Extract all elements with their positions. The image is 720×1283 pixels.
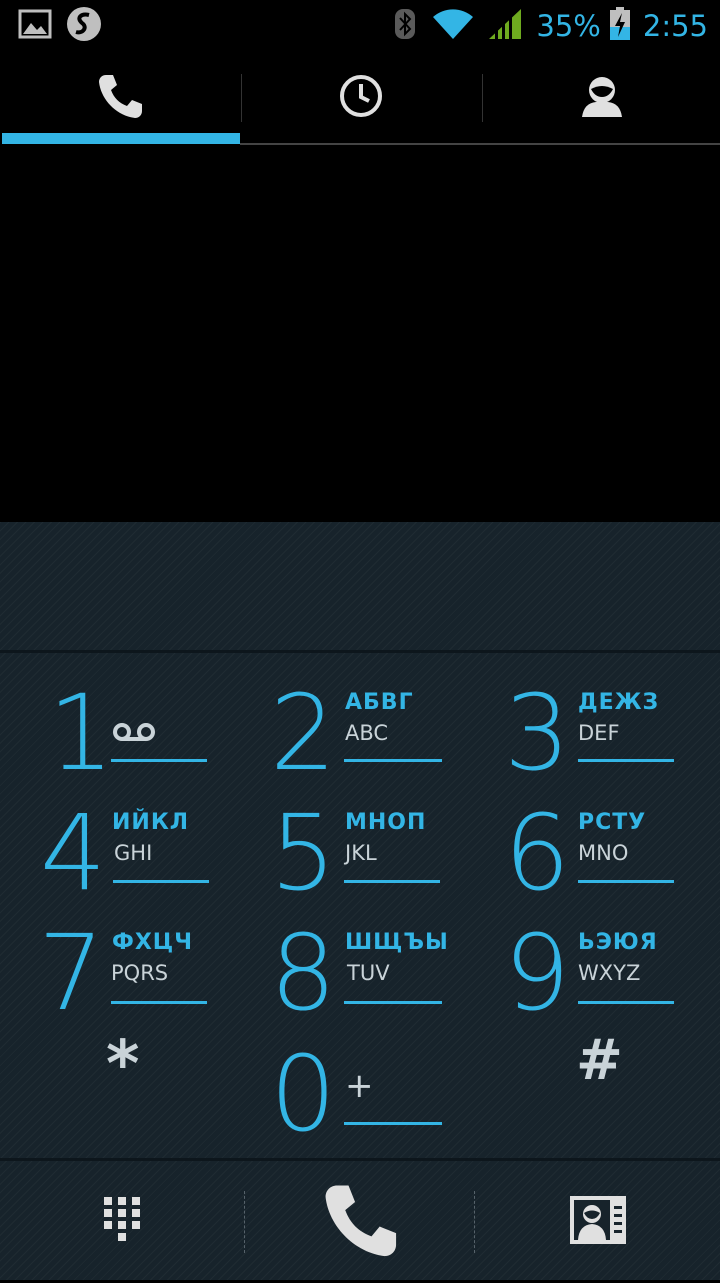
key-latin-letters: ABC: [345, 721, 389, 745]
key-4[interactable]: 4 ИЙКЛ GHI: [0, 774, 240, 905]
key-latin-letters: MNO: [578, 841, 629, 865]
key-latin-letters: WXYZ: [578, 961, 641, 985]
contacts-icon: [579, 73, 625, 123]
contacts-button[interactable]: [475, 1161, 720, 1283]
key-latin-letters: DEF: [578, 721, 620, 745]
tab-contacts[interactable]: [482, 50, 720, 146]
key-3[interactable]: 3 ДЕЖЗ DEF: [480, 653, 720, 785]
status-bar: 35% 2:55: [0, 0, 720, 50]
key-digit: 5: [270, 792, 337, 914]
battery-charging-icon: [609, 7, 631, 45]
gallery-notification-icon: [18, 9, 52, 43]
digits-field[interactable]: [0, 522, 720, 653]
key-digit: 1: [48, 672, 115, 794]
key-0[interactable]: 0 +: [240, 1016, 480, 1146]
key-star[interactable]: *: [0, 1016, 240, 1136]
key-cyrillic-letters: ФХЦЧ: [112, 930, 193, 955]
key-9[interactable]: 9 ЬЭЮЯ WXYZ: [480, 895, 720, 1025]
tab-bar: [0, 50, 720, 146]
key-plus: +: [345, 1066, 374, 1106]
voicemail-icon: [112, 721, 156, 747]
key-digit: 2: [270, 672, 337, 794]
key-6[interactable]: 6 РСТУ MNO: [480, 774, 720, 905]
key-digit: 7: [38, 912, 105, 1034]
call-icon: [319, 1179, 401, 1265]
key-1[interactable]: 1: [0, 653, 240, 785]
dialer-panel: 1 2 АБВГ ABC 3 ДЕЖЗ DEF 4 ИЙКЛ GHI 5 МНО…: [0, 522, 720, 1280]
key-8[interactable]: 8 ШЩЪЫ TUV: [240, 895, 480, 1025]
bluetooth-icon: [394, 8, 416, 44]
battery-percent: 35%: [536, 9, 601, 43]
dialpad: 1 2 АБВГ ABC 3 ДЕЖЗ DEF 4 ИЙКЛ GHI 5 МНО…: [0, 653, 720, 1158]
key-cyrillic-letters: ЬЭЮЯ: [578, 930, 658, 955]
key-2[interactable]: 2 АБВГ ABC: [240, 653, 480, 785]
call-button[interactable]: [245, 1161, 474, 1283]
key-underline: [344, 880, 440, 883]
content-area: [0, 146, 720, 522]
key-cyrillic-letters: АБВГ: [345, 690, 414, 715]
key-cyrillic-letters: РСТУ: [578, 810, 647, 835]
key-underline: [578, 759, 674, 762]
key-digit: 8: [270, 912, 337, 1034]
key-digit: 9: [504, 912, 571, 1034]
key-underline: [578, 1001, 674, 1004]
clock: 2:55: [642, 9, 708, 43]
key-digit: 0: [270, 1033, 337, 1155]
key-latin-letters: PQRS: [111, 961, 169, 985]
key-symbol: *: [106, 1028, 140, 1102]
key-hash[interactable]: #: [480, 1016, 720, 1136]
key-underline: [578, 880, 674, 883]
tab-baseline: [240, 143, 720, 145]
key-latin-letters: GHI: [114, 841, 153, 865]
signal-icon: [488, 8, 522, 44]
contact-card-icon: [568, 1194, 628, 1250]
selected-tab-indicator: [2, 133, 240, 144]
key-underline: [344, 1122, 442, 1125]
key-digit: 3: [504, 672, 571, 794]
swiftkey-notification-icon: [66, 6, 102, 46]
tab-dialer[interactable]: [0, 50, 240, 146]
dialpad-icon: [102, 1195, 142, 1249]
key-digit: 4: [40, 792, 107, 914]
key-underline: [111, 1001, 207, 1004]
key-5[interactable]: 5 МНОП JKL: [240, 774, 480, 905]
key-underline: [111, 759, 207, 762]
tab-recent[interactable]: [241, 50, 481, 146]
key-7[interactable]: 7 ФХЦЧ PQRS: [0, 895, 240, 1025]
key-underline: [344, 759, 442, 762]
dialpad-toggle-button[interactable]: [0, 1161, 244, 1283]
key-underline: [344, 1001, 442, 1004]
key-cyrillic-letters: ШЩЪЫ: [345, 930, 449, 955]
key-digit: 6: [504, 792, 571, 914]
key-symbol: #: [576, 1028, 623, 1093]
recent-calls-icon: [338, 73, 384, 123]
key-cyrillic-letters: МНОП: [345, 810, 427, 835]
key-latin-letters: TUV: [347, 961, 390, 985]
key-latin-letters: JKL: [345, 841, 377, 865]
phone-icon: [95, 71, 145, 125]
key-cyrillic-letters: ДЕЖЗ: [578, 690, 660, 715]
dialer-action-bar: [0, 1158, 720, 1283]
key-underline: [113, 880, 209, 883]
wifi-icon: [432, 8, 474, 44]
key-cyrillic-letters: ИЙКЛ: [112, 810, 190, 835]
